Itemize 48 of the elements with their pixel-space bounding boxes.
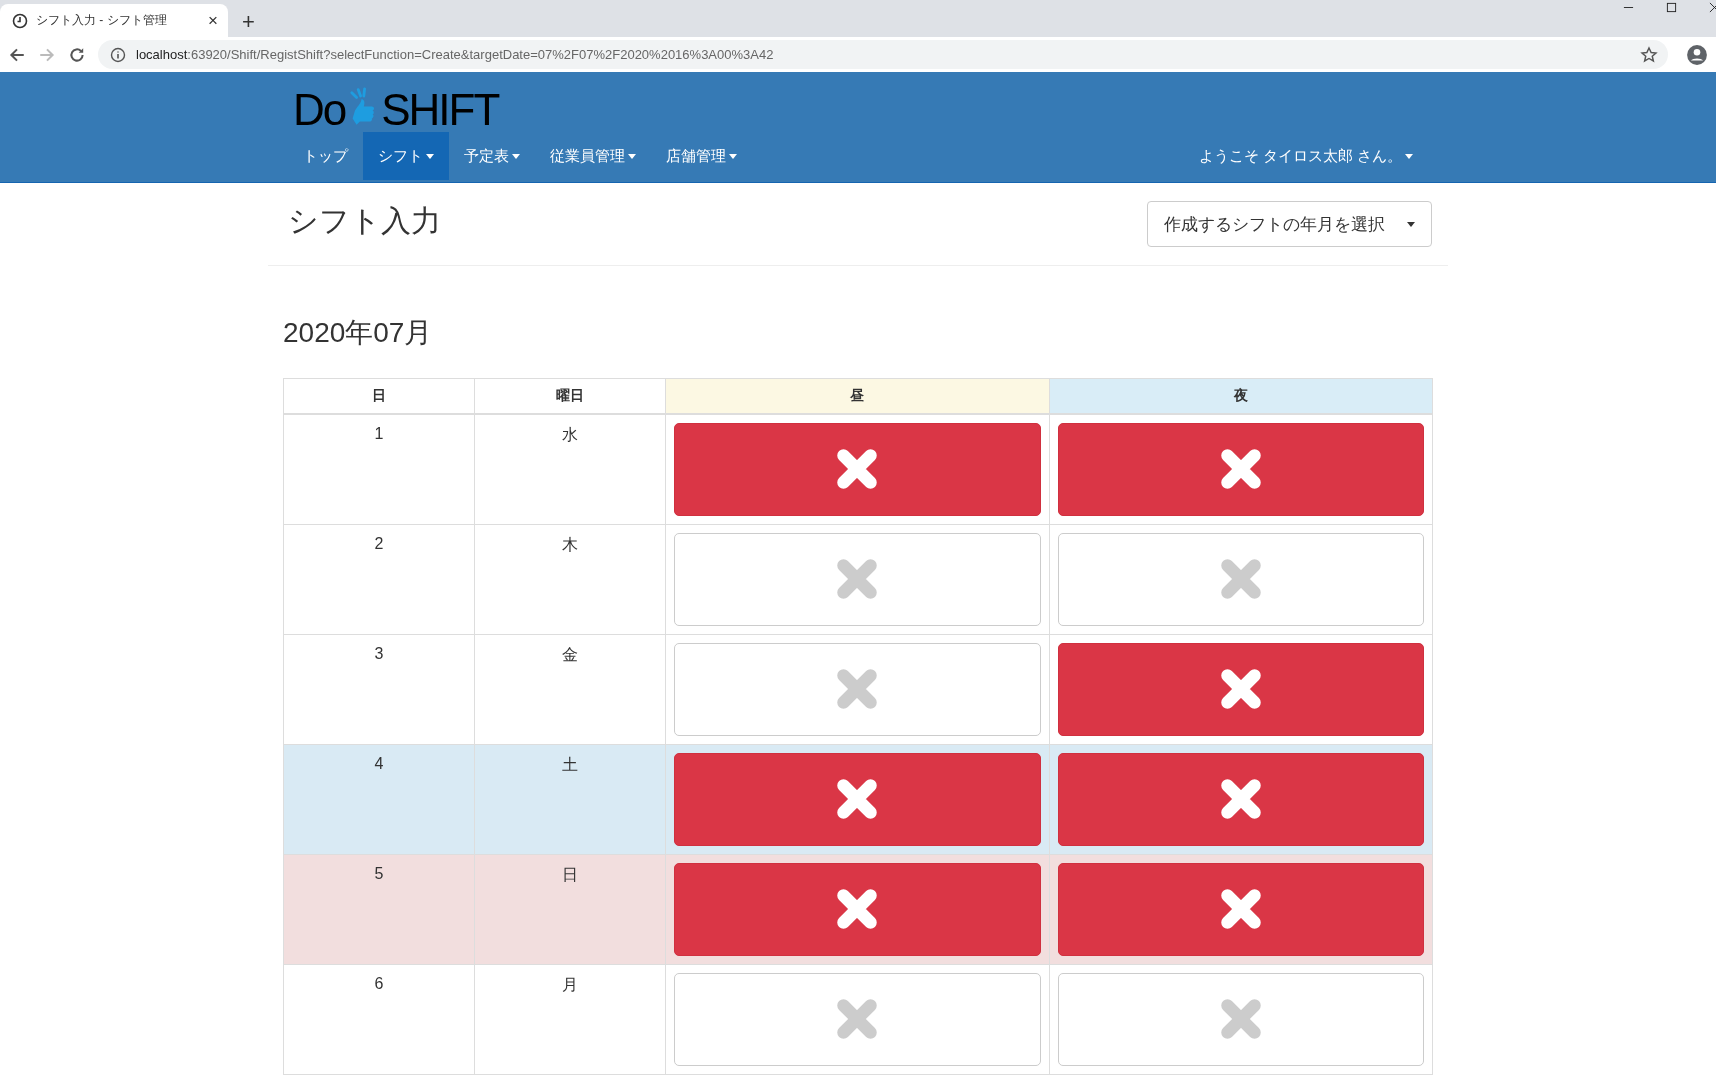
caret-icon	[1407, 221, 1415, 227]
weekday-cell: 土	[474, 744, 666, 854]
nav-menu-item[interactable]: トップ	[288, 132, 363, 180]
logo-text: Do	[293, 88, 346, 132]
account-icon[interactable]	[1686, 43, 1708, 66]
close-tab-button[interactable]: ×	[208, 10, 218, 31]
nav-menu-item[interactable]: 従業員管理	[535, 132, 651, 180]
day-cell: 5	[283, 854, 475, 964]
caret-icon	[1405, 153, 1413, 159]
shift-toggle-button[interactable]	[1057, 422, 1424, 516]
new-tab-button[interactable]: +	[242, 11, 255, 33]
shift-toggle-button[interactable]	[1057, 752, 1424, 846]
weekday-cell: 水	[474, 413, 666, 524]
weekday-cell: 月	[474, 964, 666, 1074]
weekday-cell: 金	[474, 634, 666, 744]
url-text: localhost:63920/Shift/RegistShift?selectFunction=Create&targetDate=07%2F07%2F2020%2016%3A00%3A42	[136, 47, 775, 62]
day-cell: 6	[283, 964, 475, 1074]
shift-toggle-button[interactable]	[674, 862, 1041, 956]
column-header: 夜	[1049, 378, 1433, 414]
page-title: シフト入力	[287, 203, 441, 239]
shift-toggle-button[interactable]	[1057, 642, 1424, 736]
shift-toggle-button[interactable]	[674, 752, 1041, 846]
column-header: 日	[283, 378, 475, 414]
tab-title: シフト入力 - シフト管理	[36, 12, 168, 29]
weekday-cell: 木	[474, 524, 666, 634]
address-bar[interactable]: localhost:63920/Shift/RegistShift?selectFunction=Create&targetDate=07%2F07%2F2020%2016%3A00%3A42	[98, 40, 1668, 69]
star-icon[interactable]	[1640, 45, 1658, 64]
month-heading: 2020年07月	[283, 316, 434, 350]
nav-menu-item[interactable]: 店舗管理	[651, 132, 752, 180]
day-cell: 3	[283, 634, 475, 744]
month-select-dropdown[interactable]: 作成するシフトの年月を選択	[1147, 201, 1432, 247]
weekday-cell: 日	[474, 854, 666, 964]
logo-text: SHIFT	[381, 88, 499, 132]
shift-toggle-button[interactable]	[674, 422, 1041, 516]
column-header: 昼	[665, 378, 1050, 414]
clock-icon	[12, 12, 28, 29]
user-menu[interactable]: ようこそ タイロス太郎 さん。	[1183, 132, 1428, 180]
nav-menu-item[interactable]: シフト	[363, 132, 449, 180]
info-icon	[110, 46, 126, 63]
day-cell: 1	[283, 413, 475, 524]
maximize-icon[interactable]	[1666, 2, 1677, 13]
day-cell: 4	[283, 744, 475, 854]
reload-icon[interactable]	[68, 45, 86, 64]
browser-tab[interactable]: シフト入力 - シフト管理 ×	[0, 4, 228, 37]
nav-menu-item[interactable]: 予定表	[449, 132, 535, 180]
day-cell: 2	[283, 524, 475, 634]
shift-toggle-button[interactable]	[1057, 862, 1424, 956]
column-header: 曜日	[474, 378, 666, 414]
